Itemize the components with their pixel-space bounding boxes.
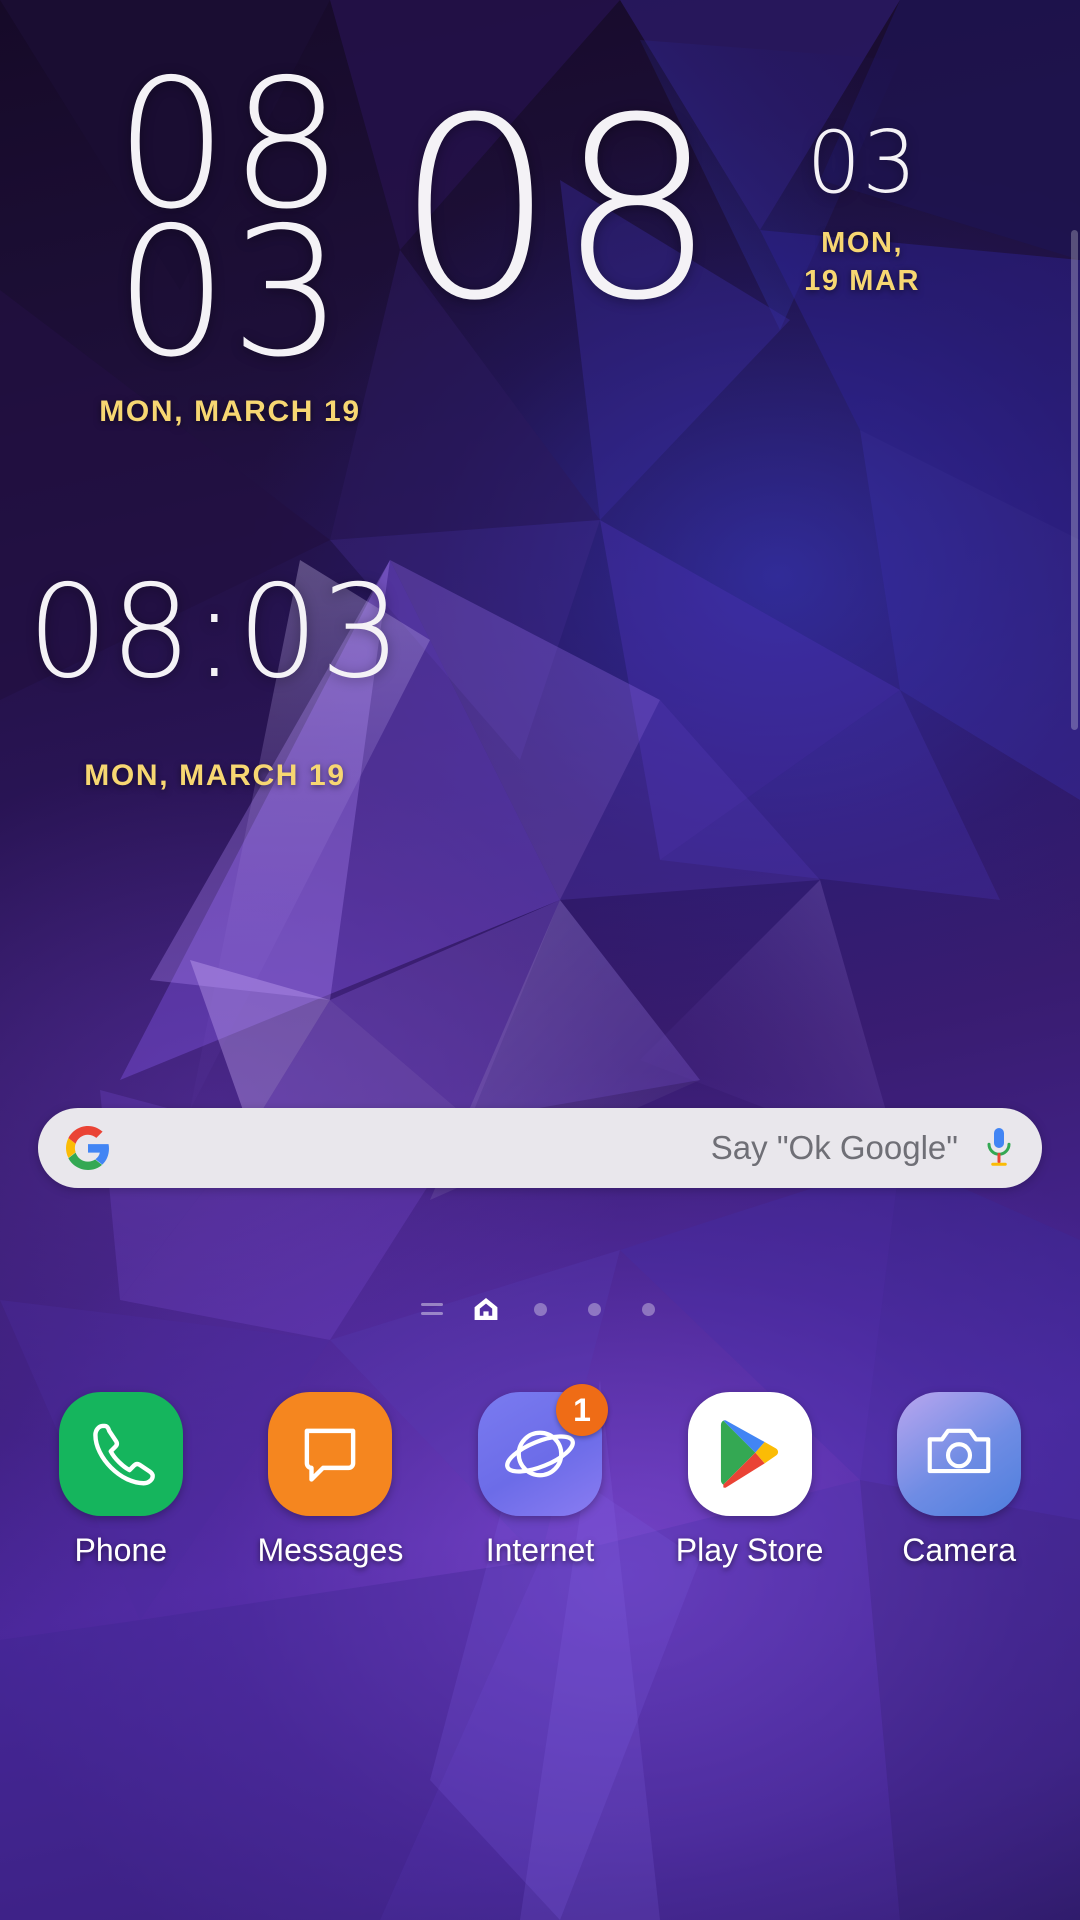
page-dot-icon (641, 1302, 655, 1316)
page-indicator-dot-1[interactable] (527, 1296, 553, 1322)
dock-label-messages: Messages (257, 1532, 404, 1568)
page-dot-icon (533, 1302, 547, 1316)
google-g-icon (66, 1126, 109, 1170)
clock-large-date-line1: MON, (821, 227, 904, 259)
phone-icon-wrap (58, 1392, 183, 1516)
page-indicator-home[interactable] (473, 1296, 499, 1322)
page-indicator-dot-2[interactable] (581, 1296, 607, 1322)
dock-app-phone[interactable]: Phone (33, 1392, 209, 1569)
page-dot-icon (587, 1302, 601, 1316)
play-store-icon (687, 1392, 812, 1516)
dock-app-messages[interactable]: Messages (242, 1392, 418, 1569)
page-indicator-dot-3[interactable] (635, 1296, 661, 1322)
clock-widget-large[interactable]: 08 03 MON, 19 MAR (396, 64, 1076, 355)
camera-icon (897, 1392, 1022, 1516)
clock-large-hours: 08 (396, 64, 720, 355)
clock-large-minutes: 03 (806, 113, 918, 213)
search-hint-text: Say "Ok Google" (710, 1129, 958, 1166)
messages-icon-wrap (268, 1392, 393, 1516)
internet-notification-badge: 1 (555, 1384, 608, 1436)
clock-widget-inline[interactable]: 08:03 MON, MARCH 19 (0, 558, 430, 793)
page-indicator-bixby[interactable] (419, 1296, 445, 1322)
clock-stacked-minutes: 03 (114, 189, 346, 397)
dock: Phone Messages 1 Internet Play Store Cam… (0, 1384, 1080, 1592)
clock-large-side-column: 03 MON, 19 MAR (757, 100, 967, 301)
clock-inline-date: MON, MARCH 19 (84, 759, 346, 793)
dock-label-phone: Phone (74, 1532, 168, 1568)
camera-icon-wrap (897, 1392, 1022, 1516)
internet-icon-wrap: 1 (477, 1384, 608, 1516)
bixby-lines-icon (421, 1303, 443, 1315)
play-store-icon-wrap (687, 1392, 812, 1516)
clock-widget-stacked[interactable]: 08 03 MON, MARCH 19 (0, 55, 460, 429)
dock-app-play-store[interactable]: Play Store (662, 1392, 838, 1569)
clock-large-date: MON, 19 MAR (757, 224, 967, 301)
google-search-bar[interactable]: Say "Ok Google" (38, 1108, 1042, 1188)
dock-label-internet: Internet (485, 1532, 595, 1568)
message-bubble-icon (268, 1392, 393, 1516)
page-indicator (0, 1296, 1080, 1322)
clock-stacked-date: MON, MARCH 19 (99, 394, 361, 428)
home-house-icon (474, 1298, 498, 1320)
dock-label-play-store: Play Store (675, 1532, 824, 1568)
microphone-icon[interactable] (984, 1126, 1014, 1170)
dock-label-camera: Camera (902, 1532, 1017, 1568)
dock-app-internet[interactable]: 1 Internet (452, 1384, 628, 1569)
clock-large-date-line2: 19 MAR (804, 265, 921, 298)
clock-inline-time: 08:03 (27, 558, 403, 707)
dock-app-camera[interactable]: Camera (871, 1392, 1047, 1569)
phone-handset-icon (58, 1392, 183, 1516)
